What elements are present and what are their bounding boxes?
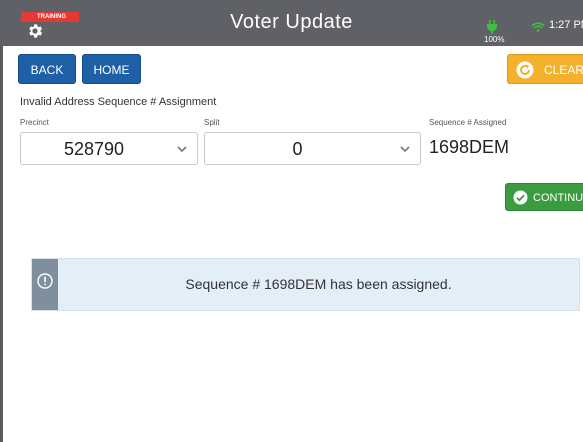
alert-message: Sequence # 1698DEM has been assigned. xyxy=(185,276,452,292)
section-title: Invalid Address Sequence # Assignment xyxy=(20,96,217,108)
precinct-value: 528790 xyxy=(63,139,125,159)
clear-button[interactable]: CLEAR xyxy=(507,54,583,84)
precinct-select[interactable]: 528790 xyxy=(20,132,198,165)
precinct-label: Precinct xyxy=(20,118,49,127)
split-value: 0 xyxy=(292,139,303,159)
left-edge xyxy=(0,0,3,442)
app-header: TRAINING Voter Update 100% 1:27 PM xyxy=(0,0,583,46)
split-label: Split xyxy=(204,118,220,127)
continue-button[interactable]: CONTINUE xyxy=(505,183,583,211)
split-select[interactable]: 0 xyxy=(204,132,421,165)
battery-level: 100% xyxy=(484,35,505,44)
back-button[interactable]: BACK xyxy=(18,54,76,84)
clear-button-label: CLEAR xyxy=(544,63,583,77)
sequence-assigned-value: 1698DEM xyxy=(429,137,510,157)
wifi-icon xyxy=(531,22,545,32)
home-button[interactable]: HOME xyxy=(82,54,141,84)
plug-icon xyxy=(487,20,497,34)
sequence-assigned-label: Sequence # Assigned xyxy=(429,118,507,127)
clock: 1:27 PM xyxy=(549,19,583,31)
status-alert: Sequence # 1698DEM has been assigned. xyxy=(31,258,580,311)
chevron-down-icon xyxy=(400,146,410,153)
refresh-icon xyxy=(516,61,534,79)
alert-sidebar xyxy=(32,259,58,310)
continue-button-label: CONTINUE xyxy=(533,192,583,204)
chevron-down-icon xyxy=(177,146,187,153)
check-circle-icon xyxy=(513,190,528,205)
info-icon xyxy=(37,273,53,289)
